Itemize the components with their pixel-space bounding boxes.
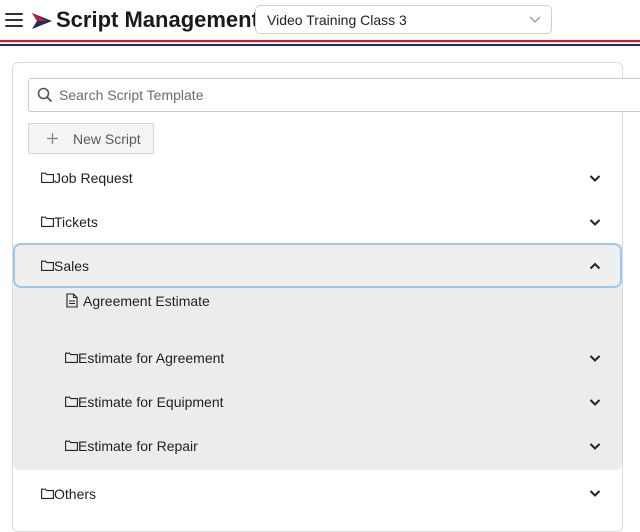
tree-folder-estimate-for-equipment[interactable]: Estimate for Equipment [65,388,585,418]
file-label: Agreement Estimate [83,293,210,309]
chevron-down-icon[interactable] [588,486,602,500]
header-divider-navy [0,44,640,46]
class-select-dropdown[interactable]: Video Training Class 3 [255,5,552,34]
hamburger-menu-icon[interactable] [5,12,23,28]
chevron-down-icon [529,16,541,23]
folder-label: Job Request [54,170,133,186]
tree-folder-job-request[interactable]: Job Request [41,164,601,194]
folder-icon [41,172,54,183]
plus-icon [47,133,58,144]
chevron-down-icon[interactable] [588,395,602,409]
folder-icon [65,352,78,363]
folder-label: Tickets [54,214,98,230]
chevron-up-icon[interactable] [588,259,602,273]
chevron-down-icon[interactable] [588,439,602,453]
tree-folder-sales-title[interactable]: Sales [41,252,601,282]
folder-label: Sales [54,258,90,274]
new-script-label: New Script [73,131,141,147]
folder-icon [65,396,78,407]
folder-icon [65,440,78,451]
search-icon [37,87,53,103]
header-divider-shadow [0,42,640,43]
top-bar: Script Management Video Training Class 3 [0,0,640,42]
document-icon [66,293,78,308]
tree-folder-others[interactable]: Others [41,480,601,510]
folder-label: Estimate for Agreement [78,350,225,366]
new-script-button[interactable]: New Script [28,123,154,154]
tree-folder-estimate-for-repair[interactable]: Estimate for Repair [65,432,585,462]
folder-icon [41,216,54,227]
folder-icon [41,488,54,499]
tree-folder-estimate-for-agreement[interactable]: Estimate for Agreement [65,344,585,374]
class-select-value: Video Training Class 3 [267,12,407,28]
tree-folder-tickets[interactable]: Tickets [41,208,601,238]
chevron-down-icon[interactable] [588,215,602,229]
flag-logo-icon [32,13,52,29]
folder-label: Estimate for Equipment [78,394,224,410]
page-title: Script Management [56,7,259,32]
folder-label: Estimate for Repair [78,438,198,454]
folder-label: Others [54,486,97,502]
tree-file-agreement-estimate[interactable]: Agreement Estimate [65,292,265,314]
chevron-down-icon[interactable] [588,171,602,185]
search-input[interactable] [59,84,619,106]
folder-icon [41,260,54,271]
chevron-down-icon[interactable] [588,351,602,365]
search-box[interactable] [28,78,640,112]
